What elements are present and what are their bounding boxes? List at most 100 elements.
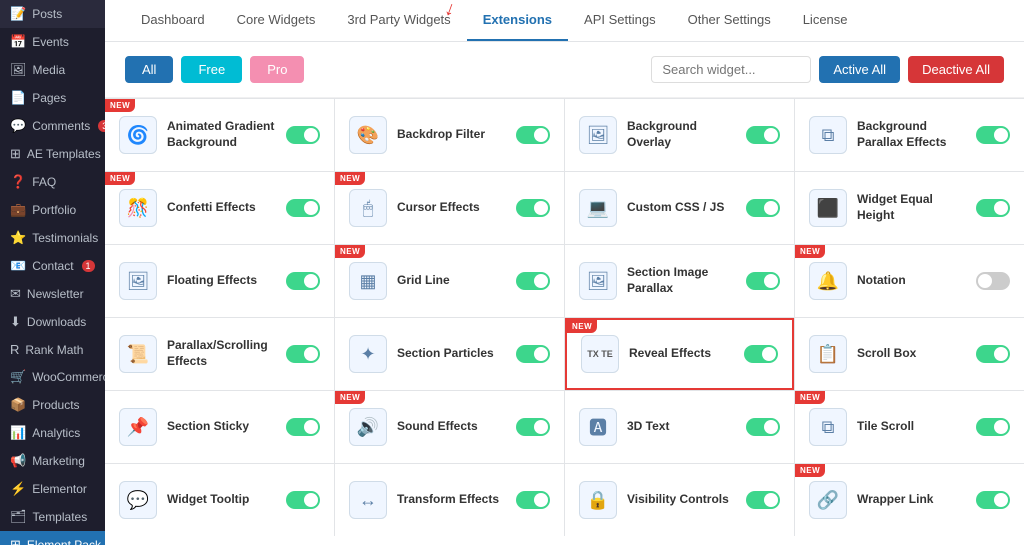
sidebar-item-contact[interactable]: 📧 Contact 1 xyxy=(0,252,105,280)
widget-toggle[interactable] xyxy=(286,126,320,144)
toggle-slider xyxy=(746,199,780,217)
widget-toggle[interactable] xyxy=(286,418,320,436)
widget-name: Tile Scroll xyxy=(857,419,966,435)
widget-toggle[interactable] xyxy=(746,272,780,290)
sidebar-item-ae-templates[interactable]: ⊞ AE Templates xyxy=(0,140,105,168)
sidebar-item-newsletter[interactable]: ✉ Newsletter xyxy=(0,280,105,308)
tab-core-widgets[interactable]: Core Widgets xyxy=(221,0,332,41)
widget-toggle[interactable] xyxy=(746,418,780,436)
widget-toggle[interactable] xyxy=(516,272,550,290)
widget-icon: ↔ xyxy=(349,481,387,519)
widget-toggle[interactable] xyxy=(286,272,320,290)
sidebar-item-posts[interactable]: 📝 Posts xyxy=(0,0,105,28)
toggle-slider xyxy=(976,345,1010,363)
widget-toggle[interactable] xyxy=(976,126,1010,144)
sidebar-label-rank-math: Rank Math xyxy=(25,343,83,357)
widget-toggle[interactable] xyxy=(516,199,550,217)
filter-free-button[interactable]: Free xyxy=(181,56,242,83)
widget-card-3d-text: 🅰3D Text xyxy=(565,391,794,463)
sidebar-item-element-pack-pro[interactable]: ⊞ Element Pack Pro xyxy=(0,531,105,545)
widget-icon: ▦ xyxy=(349,262,387,300)
widget-info: Section Sticky xyxy=(167,419,276,435)
products-icon: 📦 xyxy=(10,397,26,413)
sidebar-item-pages[interactable]: 📄 Pages xyxy=(0,84,105,112)
sidebar-label-posts: Posts xyxy=(32,7,62,21)
widget-name: Confetti Effects xyxy=(167,200,276,216)
widget-name: Custom CSS / JS xyxy=(627,200,736,216)
widget-toggle[interactable] xyxy=(976,418,1010,436)
widget-name: Section Particles xyxy=(397,346,506,362)
sidebar-item-woocommerce[interactable]: 🛒 WooCommerce xyxy=(0,363,105,391)
widget-card-notation: NEW🔔Notation xyxy=(795,245,1024,317)
comments-icon: 💬 xyxy=(10,118,26,134)
widget-toggle[interactable] xyxy=(976,345,1010,363)
sidebar-item-templates[interactable]: 🗂 Templates xyxy=(0,503,105,531)
widget-toggle[interactable] xyxy=(516,418,550,436)
sidebar-item-testimonials[interactable]: ⭐ Testimonials xyxy=(0,224,105,252)
widget-info: Cursor Effects xyxy=(397,200,506,216)
sidebar-item-portfolio[interactable]: 💼 Portfolio xyxy=(0,196,105,224)
search-input[interactable] xyxy=(651,56,811,83)
toggle-slider xyxy=(286,491,320,509)
widget-info: Grid Line xyxy=(397,273,506,289)
sidebar-item-media[interactable]: 🖼 Media xyxy=(0,56,105,84)
toggle-slider xyxy=(976,491,1010,509)
sidebar-label-ae-templates: AE Templates xyxy=(27,147,101,161)
sidebar-item-events[interactable]: 📅 Events xyxy=(0,28,105,56)
tab-api-settings[interactable]: API Settings xyxy=(568,0,672,41)
widget-info: Floating Effects xyxy=(167,273,276,289)
sidebar-label-pages: Pages xyxy=(32,91,66,105)
sidebar-item-analytics[interactable]: 📊 Analytics xyxy=(0,419,105,447)
toolbar: All Free Pro Active All Deactive All xyxy=(105,42,1024,98)
widget-icon: 🅰 xyxy=(579,408,617,446)
rank-math-icon: R xyxy=(10,342,19,357)
contact-badge: 1 xyxy=(82,260,95,272)
widget-name: Floating Effects xyxy=(167,273,276,289)
widget-icon: 🔊 xyxy=(349,408,387,446)
widget-card-parallaxscrolling-effects: 📜Parallax/Scrolling Effects xyxy=(105,318,334,390)
widget-icon: 🖱 xyxy=(349,189,387,227)
widget-name: Widget Equal Height xyxy=(857,192,966,223)
tab-other-settings[interactable]: Other Settings xyxy=(672,0,787,41)
deactive-all-button[interactable]: Deactive All xyxy=(908,56,1004,83)
element-pack-pro-icon: ⊞ xyxy=(10,537,21,545)
tab-license[interactable]: License xyxy=(787,0,864,41)
widget-toggle[interactable] xyxy=(516,126,550,144)
widget-icon: 💬 xyxy=(119,481,157,519)
active-all-button[interactable]: Active All xyxy=(819,56,900,83)
sidebar-label-newsletter: Newsletter xyxy=(27,287,84,301)
tab-dashboard[interactable]: Dashboard xyxy=(125,0,221,41)
filter-pro-button[interactable]: Pro xyxy=(250,56,304,83)
widget-info: Animated Gradient Background xyxy=(167,119,276,150)
sidebar-item-faq[interactable]: ❓ FAQ xyxy=(0,168,105,196)
widget-toggle[interactable] xyxy=(746,199,780,217)
toggle-slider xyxy=(286,272,320,290)
widget-toggle[interactable] xyxy=(286,199,320,217)
sidebar-item-comments[interactable]: 💬 Comments 3 xyxy=(0,112,105,140)
widget-toggle[interactable] xyxy=(746,126,780,144)
sidebar-item-products[interactable]: 📦 Products xyxy=(0,391,105,419)
widget-toggle[interactable] xyxy=(976,199,1010,217)
widget-toggle[interactable] xyxy=(516,491,550,509)
widget-toggle[interactable] xyxy=(286,491,320,509)
filter-all-button[interactable]: All xyxy=(125,56,173,83)
sidebar-item-rank-math[interactable]: R Rank Math xyxy=(0,336,105,363)
widget-toggle[interactable] xyxy=(516,345,550,363)
sidebar-label-contact: Contact xyxy=(32,259,73,273)
toggle-slider xyxy=(516,491,550,509)
widget-toggle[interactable] xyxy=(746,491,780,509)
media-icon: 🖼 xyxy=(10,62,27,78)
widget-name: Cursor Effects xyxy=(397,200,506,216)
new-badge: NEW xyxy=(795,245,825,258)
widget-toggle[interactable] xyxy=(976,272,1010,290)
tab-extensions[interactable]: Extensions xyxy=(467,0,568,41)
sidebar-item-downloads[interactable]: ⬇ Downloads xyxy=(0,308,105,336)
widget-toggle[interactable] xyxy=(976,491,1010,509)
widget-icon: 🖼 xyxy=(579,262,617,300)
widget-icon: 🎨 xyxy=(349,116,387,154)
sidebar-item-elementor[interactable]: ⚡ Elementor xyxy=(0,475,105,503)
sidebar-item-marketing[interactable]: 📢 Marketing xyxy=(0,447,105,475)
widget-toggle[interactable] xyxy=(744,345,778,363)
widget-toggle[interactable] xyxy=(286,345,320,363)
widget-icon: 📌 xyxy=(119,408,157,446)
